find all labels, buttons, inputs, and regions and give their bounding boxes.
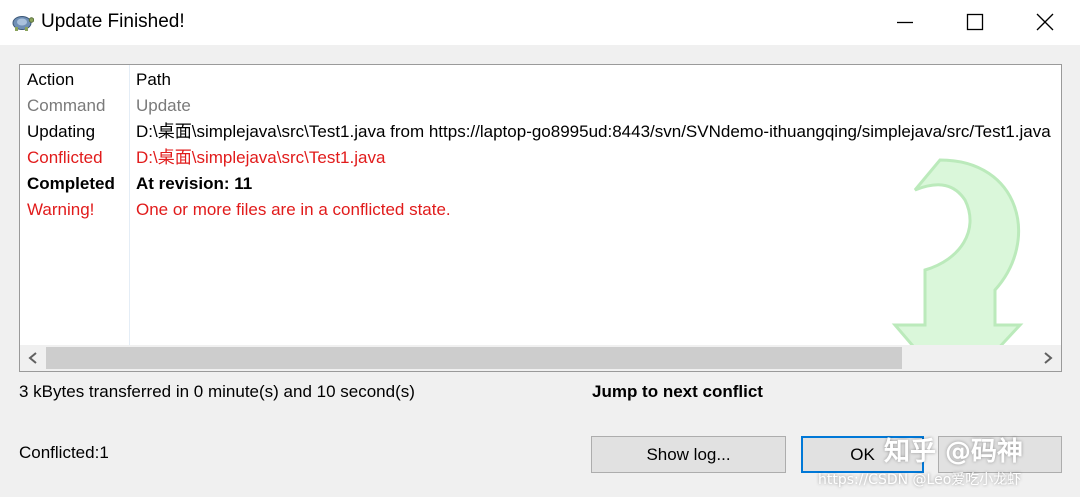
list-header: Action Path (20, 67, 1061, 93)
scroll-thumb[interactable] (46, 347, 902, 369)
jump-to-next-conflict-link[interactable]: Jump to next conflict (592, 381, 763, 403)
list-row[interactable]: Command Update (20, 93, 1061, 119)
close-button[interactable] (1010, 0, 1080, 45)
transfer-status: 3 kBytes transferred in 0 minute(s) and … (19, 382, 415, 401)
scroll-left-button[interactable] (20, 345, 46, 371)
header-path[interactable]: Path (136, 67, 171, 93)
horizontal-scrollbar[interactable] (20, 345, 1061, 371)
watermark-zhihu: 知乎 @码神 (884, 437, 1024, 467)
maximize-icon (966, 13, 984, 31)
watermark: 知乎 @码神 https://CSDN @Leo爱吃小龙虾 (818, 432, 1078, 497)
row-path: At revision: 11 (136, 174, 253, 193)
tortoise-icon (12, 16, 34, 31)
window-title: Update Finished! (41, 11, 185, 32)
row-action: Completed (27, 174, 115, 193)
row-path: D:\桌面\simplejava\src\Test1.java (136, 148, 386, 167)
maximize-button[interactable] (940, 0, 1010, 45)
list-row[interactable]: Conflicted D:\桌面\simplejava\src\Test1.ja… (20, 145, 1061, 171)
results-list[interactable]: Action Path Command Update Updating D:\桌… (19, 64, 1062, 372)
row-path: D:\桌面\simplejava\src\Test1.java from htt… (136, 122, 1051, 141)
row-path: One or more files are in a conflicted st… (136, 200, 451, 219)
conflicted-count: Conflicted:1 (19, 443, 109, 462)
close-icon (1036, 13, 1054, 31)
list-row[interactable]: Warning! One or more files are in a conf… (20, 197, 1061, 223)
row-action: Command (27, 96, 106, 115)
chevron-left-icon (28, 352, 37, 364)
row-path: Update (136, 96, 191, 115)
show-log-button[interactable]: Show log... (591, 436, 786, 473)
list-row[interactable]: Updating D:\桌面\simplejava\src\Test1.java… (20, 119, 1061, 145)
scroll-right-button[interactable] (1035, 345, 1061, 371)
row-action: Updating (27, 122, 96, 141)
list-row[interactable]: Completed At revision: 11 (20, 171, 1061, 197)
minimize-button[interactable] (870, 0, 940, 45)
row-action: Conflicted (27, 148, 103, 167)
minimize-icon (897, 21, 913, 24)
watermark-csdn: https://CSDN @Leo爱吃小龙虾 (818, 472, 1022, 488)
row-action: Warning! (27, 200, 95, 219)
chevron-right-icon (1044, 352, 1053, 364)
title-bar: Update Finished! (0, 0, 1080, 45)
header-action[interactable]: Action (27, 67, 74, 93)
